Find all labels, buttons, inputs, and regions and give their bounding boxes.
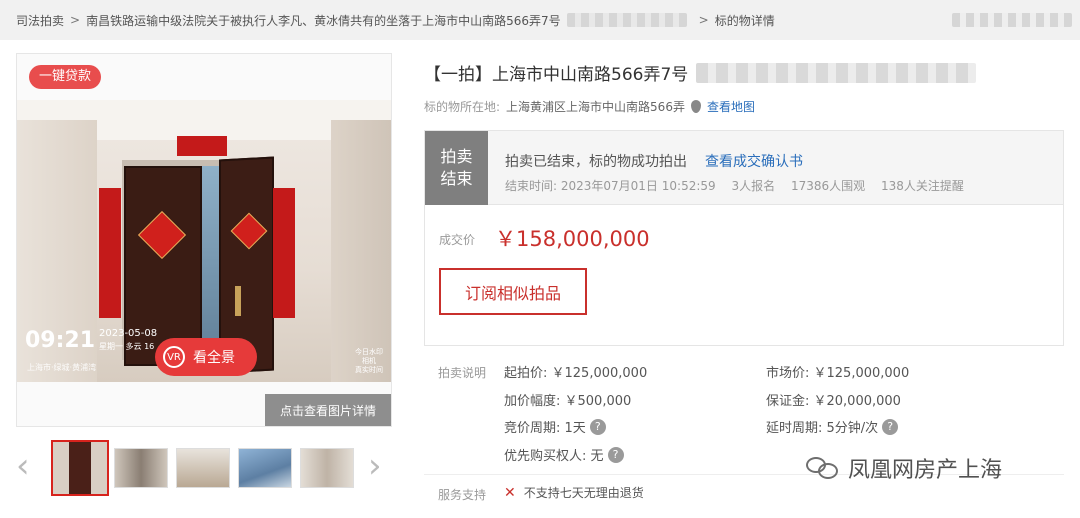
panorama-label: 看全景	[193, 350, 235, 366]
address-value: 上海黄浦区上海市中山南路566弄	[506, 100, 685, 114]
registrations: 3人报名	[731, 179, 776, 193]
breadcrumb-separator: >	[698, 13, 709, 27]
wechat-icon	[806, 455, 840, 481]
view-count: 17386人围观	[790, 179, 866, 193]
photo-location: 上海市·绿城·黄浦湾	[27, 363, 97, 372]
thumbnail[interactable]	[51, 440, 109, 496]
status-header: 拍卖 结束 拍卖已结束，标的物成功拍出 查看成交确认书 结束时间: 2023年07月…	[425, 131, 1063, 205]
breadcrumb-home[interactable]: 司法拍卖	[16, 12, 64, 29]
service-label: 服务支持	[438, 488, 487, 502]
image-gallery: 一键贷款 09:21 2023-05-08 星期一 多云 16 上海市·绿城·黄…	[16, 53, 392, 427]
deal-price: ￥158,000,000	[495, 227, 650, 251]
deal-price-label: 成交价	[439, 233, 476, 247]
item-address: 标的物所在地: 上海黄浦区上海市中山南路566弄 查看地图	[424, 98, 755, 115]
help-icon[interactable]: ?	[589, 418, 606, 435]
help-icon[interactable]: ?	[607, 446, 624, 463]
thumbnail[interactable]	[238, 448, 292, 488]
chevron-left-icon[interactable]: ‹	[16, 446, 30, 486]
address-label: 标的物所在地:	[424, 100, 501, 114]
chevron-right-icon[interactable]: ›	[368, 446, 382, 486]
status-message: 拍卖已结束，标的物成功拍出 查看成交确认书	[505, 154, 803, 170]
redacted-text	[696, 62, 977, 83]
vr-icon: VR	[163, 346, 185, 368]
map-pin-icon	[690, 100, 701, 113]
end-time: 结束时间: 2023年07月01日 10:52:59	[505, 179, 716, 193]
market-price: 市场价: ￥125,000,000	[766, 366, 910, 381]
subscribe-similar-button[interactable]: 订阅相似拍品	[439, 268, 587, 315]
photo-watermark: 今日水印 相机 真实时间	[355, 348, 383, 374]
help-icon[interactable]: ?	[882, 418, 899, 435]
item-title: 【一拍】上海市中山南路566弄7号	[424, 60, 977, 85]
confirmation-link[interactable]: 查看成交确认书	[705, 154, 803, 170]
auction-info-label: 拍卖说明	[438, 366, 487, 380]
status-meta: 结束时间: 2023年07月01日 10:52:59 3人报名 17386人围观…	[505, 177, 976, 194]
bid-increment: 加价幅度: ￥500,000	[504, 394, 632, 409]
close-icon: ✕	[504, 484, 516, 501]
redacted-text	[566, 13, 687, 27]
auction-status-panel: 拍卖 结束 拍卖已结束，标的物成功拍出 查看成交确认书 结束时间: 2023年07月…	[424, 130, 1064, 346]
panorama-button[interactable]: VR 看全景	[155, 338, 257, 376]
view-photo-details-button[interactable]: 点击查看图片详情	[265, 394, 391, 426]
thumbnail[interactable]	[114, 448, 168, 488]
photo-date: 2023-05-08 星期一 多云 16	[99, 328, 158, 351]
loan-badge[interactable]: 一键贷款	[29, 65, 102, 89]
start-price: 起拍价: ￥125,000,000	[504, 366, 648, 381]
thumbnail[interactable]	[300, 448, 354, 488]
photo-time: 09:21	[25, 328, 96, 353]
breadcrumb-case[interactable]: 南昌铁路运输中级法院关于被执行人李凡、黄冰倩共有的坐落于上海市中山南路566弄7…	[86, 12, 561, 29]
breadcrumb-separator: >	[70, 13, 81, 27]
main-photo[interactable]: 09:21 2023-05-08 星期一 多云 16 上海市·绿城·黄浦湾 今日…	[17, 100, 391, 382]
breadcrumb: 司法拍卖 > 南昌铁路运输中级法院关于被执行人李凡、黄冰倩共有的坐落于上海市中山…	[0, 0, 1080, 40]
priority-buyer: 优先购买权人: 无?	[504, 445, 624, 464]
redacted-text	[952, 13, 1072, 27]
breadcrumb-current: 标的物详情	[714, 13, 775, 28]
view-map-link[interactable]: 查看地图	[707, 98, 755, 115]
source-watermark: 凤凰网房产上海	[806, 452, 1002, 484]
thumbnail-strip: ‹ ›	[16, 440, 392, 496]
watch-count: 138人关注提醒	[880, 179, 964, 193]
thumbnail[interactable]	[176, 448, 230, 488]
extension-period: 延时周期: 5分钟/次?	[766, 417, 899, 436]
deposit: 保证金: ￥20,000,000	[766, 394, 901, 409]
service-support: ✕ 不支持七天无理由退货	[504, 484, 644, 501]
status-badge: 拍卖 结束	[425, 131, 488, 205]
bid-period: 竞价周期: 1天?	[504, 417, 606, 436]
